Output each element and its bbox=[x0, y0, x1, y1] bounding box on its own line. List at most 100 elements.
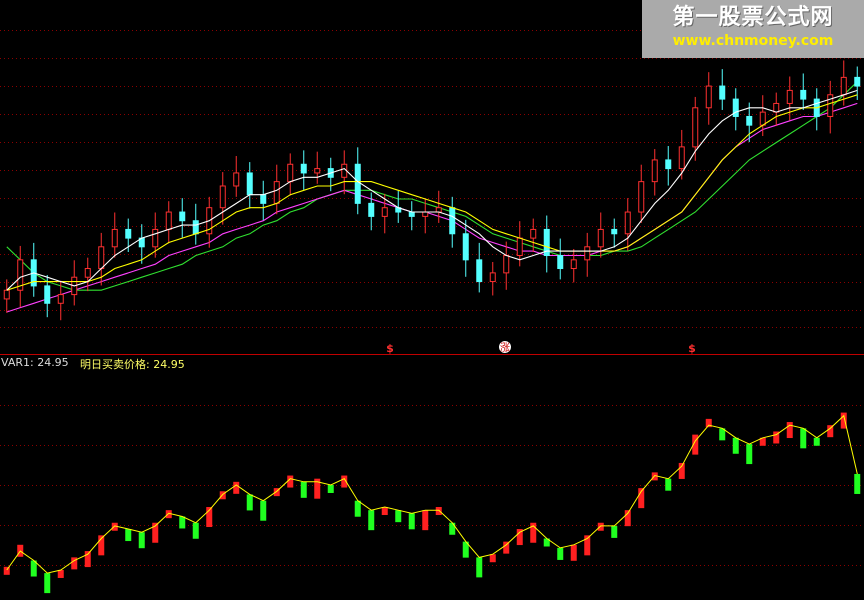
indicator-line bbox=[6, 414, 858, 574]
candle-body bbox=[611, 228, 618, 235]
indicator-bar bbox=[489, 554, 496, 563]
watermark-url: www.chnmoney.com bbox=[672, 33, 834, 49]
candle-body bbox=[624, 211, 631, 235]
candle-body bbox=[219, 185, 226, 209]
indicator-bar bbox=[422, 510, 429, 531]
candle-body bbox=[57, 294, 64, 304]
candle-body bbox=[381, 207, 388, 217]
candle-body bbox=[179, 211, 186, 222]
indicator-bar bbox=[84, 551, 91, 568]
watermark-title: 第一股票公式网 bbox=[672, 5, 834, 30]
candle-body bbox=[3, 289, 10, 300]
candle-body bbox=[44, 285, 51, 304]
candle-body bbox=[300, 163, 307, 174]
indicator-bar bbox=[260, 500, 267, 521]
indicator-bar bbox=[665, 478, 672, 491]
candle-body bbox=[570, 259, 577, 270]
indicator-line-layer bbox=[6, 414, 858, 574]
indicator-bar bbox=[854, 473, 861, 494]
indicator-bars bbox=[3, 412, 861, 594]
indicator-bar bbox=[570, 544, 577, 561]
indicator-bar bbox=[732, 437, 739, 454]
candle-body bbox=[125, 228, 132, 239]
price-label: 明日买卖价格: 24.95 bbox=[80, 358, 185, 371]
candle-body bbox=[759, 111, 766, 126]
ma-long-line bbox=[6, 81, 858, 291]
signal-markers: $ 涨 $ bbox=[386, 341, 696, 355]
candle-body bbox=[435, 207, 442, 213]
candle-body bbox=[719, 85, 726, 100]
indicator-bar bbox=[557, 547, 564, 560]
indicator-bar bbox=[3, 566, 10, 575]
indicator-bar bbox=[192, 522, 199, 539]
candle-body bbox=[368, 202, 375, 217]
candle-body bbox=[462, 233, 469, 261]
indicator-bar bbox=[233, 481, 240, 494]
indicator-bar bbox=[800, 428, 807, 449]
candle-body bbox=[665, 159, 672, 170]
indicator-bar bbox=[44, 573, 51, 594]
marker-label: $ bbox=[386, 342, 394, 355]
indicator-bar bbox=[746, 444, 753, 465]
candle-body bbox=[584, 246, 591, 261]
indicator-bar bbox=[287, 475, 294, 488]
candle-body bbox=[651, 159, 658, 183]
indicator-bar bbox=[435, 507, 442, 516]
indicator-bar bbox=[57, 569, 64, 578]
ma-30-line bbox=[6, 102, 858, 313]
candle-body bbox=[233, 172, 240, 187]
indicator-bar bbox=[125, 529, 132, 542]
candle-body bbox=[705, 85, 712, 109]
ma-short-line bbox=[6, 89, 858, 291]
indicator-bar bbox=[138, 532, 145, 549]
candlesticks bbox=[3, 60, 861, 321]
ma-mid-line bbox=[6, 94, 858, 291]
candle-body bbox=[192, 220, 199, 235]
candle-body bbox=[597, 228, 604, 248]
indicator-bar bbox=[786, 422, 793, 439]
indicator-bar bbox=[354, 500, 361, 517]
candle-body bbox=[692, 107, 699, 148]
indicator-bar bbox=[408, 513, 415, 530]
marker-label: 涨 bbox=[500, 342, 510, 354]
candle-body bbox=[746, 115, 753, 126]
stock-chart: $ 涨 $ bbox=[0, 30, 864, 594]
ma-long-layer bbox=[6, 81, 858, 291]
candle-body bbox=[260, 194, 267, 204]
candle-body bbox=[98, 246, 105, 270]
indicator-bar bbox=[300, 481, 307, 498]
candle-body bbox=[152, 228, 159, 248]
indicator-bar bbox=[611, 525, 618, 538]
candle-body bbox=[273, 181, 280, 204]
candle-body bbox=[678, 146, 685, 170]
marker-label: $ bbox=[688, 342, 696, 355]
indicator-bar bbox=[597, 522, 604, 531]
watermark-logo: 第一股票公式网 www.chnmoney.com bbox=[642, 0, 864, 58]
candle-body bbox=[516, 237, 523, 256]
candle-body bbox=[422, 211, 429, 217]
candle-body bbox=[449, 207, 456, 235]
candle-body bbox=[246, 172, 253, 196]
candle-body bbox=[111, 228, 118, 248]
candle-body bbox=[773, 102, 780, 113]
indicator-bar bbox=[368, 510, 375, 531]
ma-30-layer bbox=[6, 102, 858, 313]
indicator-bar bbox=[813, 437, 820, 446]
candle-body bbox=[165, 211, 172, 230]
indicator-bar bbox=[327, 484, 334, 493]
candle-body bbox=[408, 211, 415, 217]
candle-body bbox=[354, 163, 361, 204]
candle-body bbox=[287, 163, 294, 183]
var1-label: VAR1: 24.95 bbox=[1, 356, 69, 369]
candle-body bbox=[503, 254, 510, 274]
candle-body bbox=[840, 76, 847, 96]
indicator-bar bbox=[179, 516, 186, 529]
indicator-bar bbox=[449, 522, 456, 535]
indicator-bar bbox=[246, 494, 253, 511]
ma-short-layer bbox=[6, 89, 858, 291]
candle-body bbox=[530, 228, 537, 239]
candle-body bbox=[786, 89, 793, 104]
candle-body bbox=[489, 272, 496, 283]
candle-body bbox=[314, 168, 321, 174]
candle-body bbox=[800, 89, 807, 100]
